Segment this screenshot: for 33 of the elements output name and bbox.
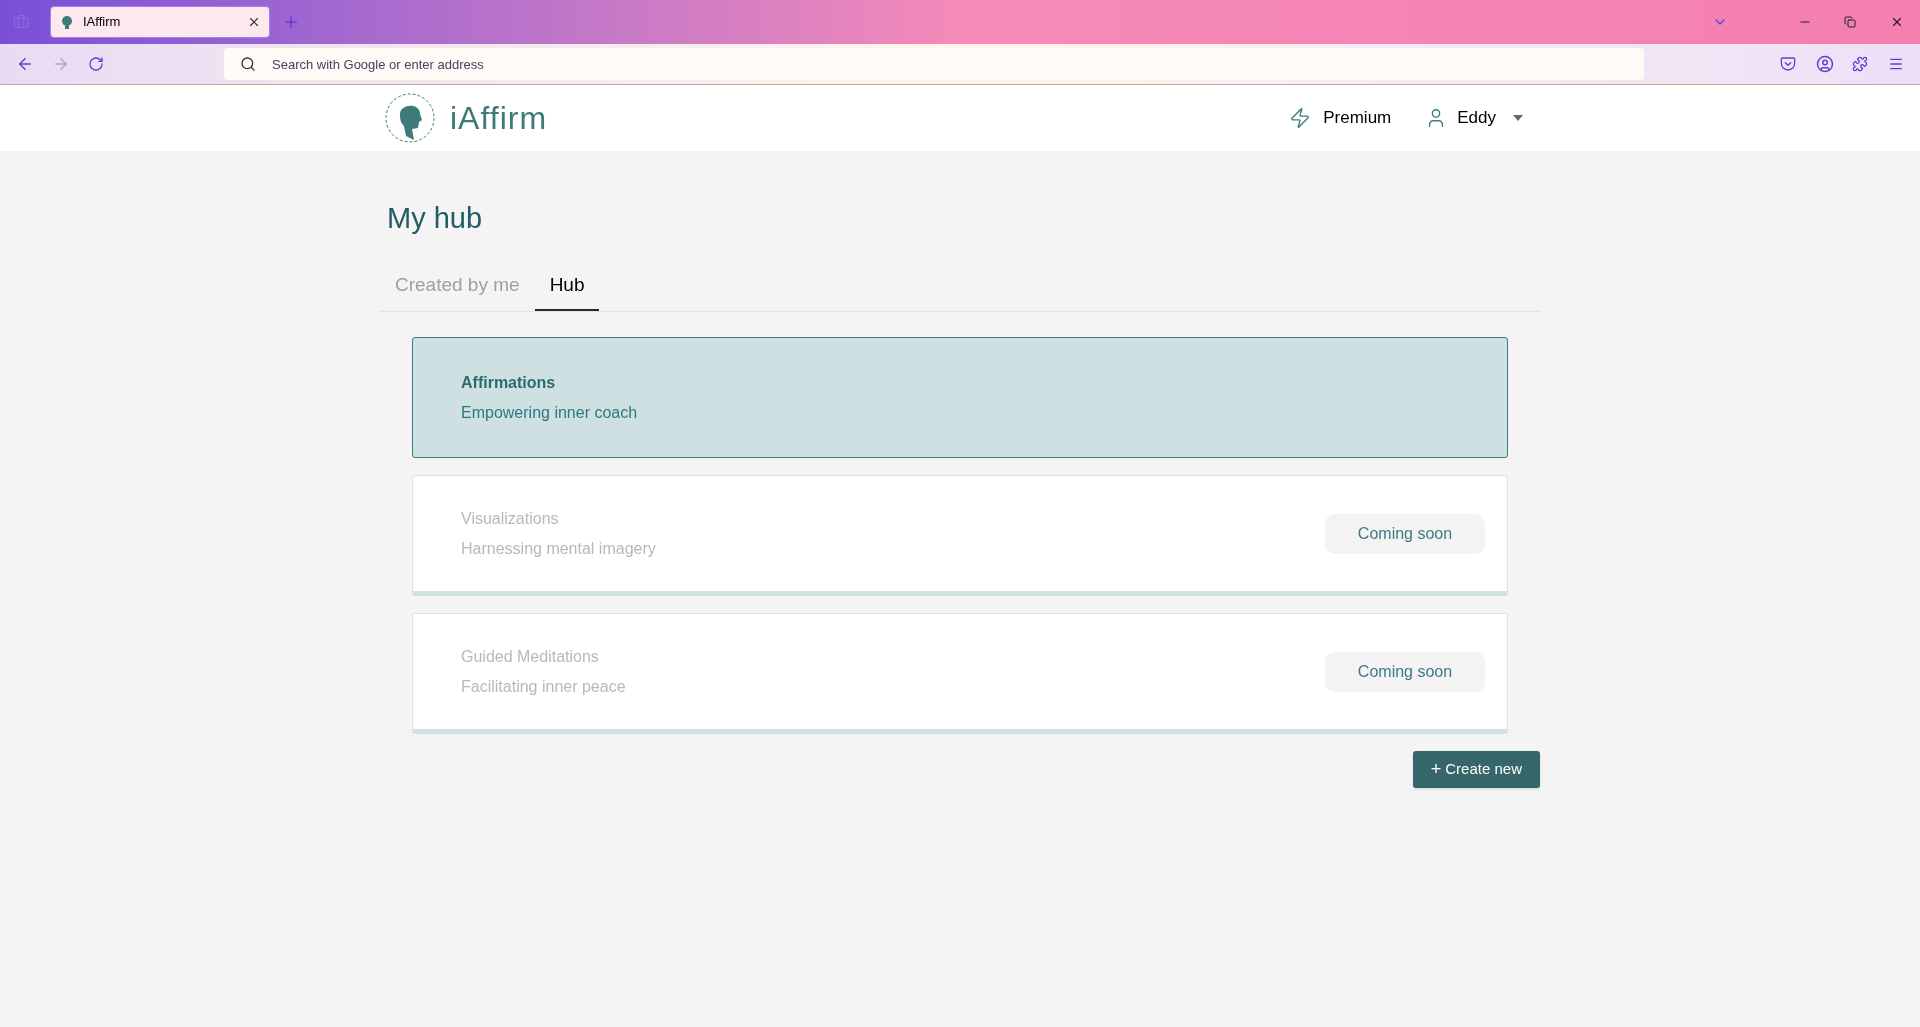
- plus-icon: +: [1430, 756, 1442, 783]
- card-subtitle: Harnessing mental imagery: [461, 538, 657, 559]
- back-icon[interactable]: [16, 55, 34, 73]
- close-window-icon[interactable]: [1890, 15, 1904, 29]
- caret-icon[interactable]: [1512, 114, 1524, 122]
- pocket-icon[interactable]: [1780, 56, 1796, 72]
- lightning-icon: [1289, 107, 1312, 129]
- coming-soon-badge: Coming soon: [1325, 513, 1485, 554]
- reload-icon[interactable]: [88, 56, 104, 72]
- premium-link[interactable]: Premium: [1323, 105, 1392, 131]
- page-title: My hub: [387, 201, 484, 236]
- coming-soon-badge: Coming soon: [1325, 651, 1485, 692]
- logo-text: iAffirm: [450, 99, 548, 138]
- tab-title: IAffirm: [83, 13, 122, 32]
- account-icon[interactable]: [1816, 55, 1834, 73]
- create-new-button[interactable]: + Create new: [1412, 751, 1540, 788]
- address-field[interactable]: Search with Google or enter address: [224, 48, 1644, 80]
- tab[interactable]: Hub: [534, 270, 600, 311]
- card-title: Visualizations: [461, 508, 560, 529]
- card-title: Guided Meditations: [461, 646, 600, 667]
- head-icon: [59, 14, 75, 30]
- card-title: Affirmations: [461, 372, 557, 393]
- user-menu[interactable]: Eddy: [1457, 105, 1496, 131]
- hub-card[interactable]: Affirmations Empowering inner coach: [412, 337, 1508, 458]
- close-icon[interactable]: [247, 15, 261, 29]
- card-subtitle: Empowering inner coach: [461, 402, 639, 423]
- restore-icon[interactable]: [1844, 16, 1856, 28]
- card-subtitle: Facilitating inner peace: [461, 676, 627, 697]
- head-logo-icon: [384, 92, 436, 144]
- extensions-icon[interactable]: [1852, 56, 1868, 72]
- menu-icon[interactable]: [1888, 56, 1904, 72]
- browser-tab[interactable]: IAffirm: [50, 6, 270, 38]
- search-icon: [240, 56, 256, 72]
